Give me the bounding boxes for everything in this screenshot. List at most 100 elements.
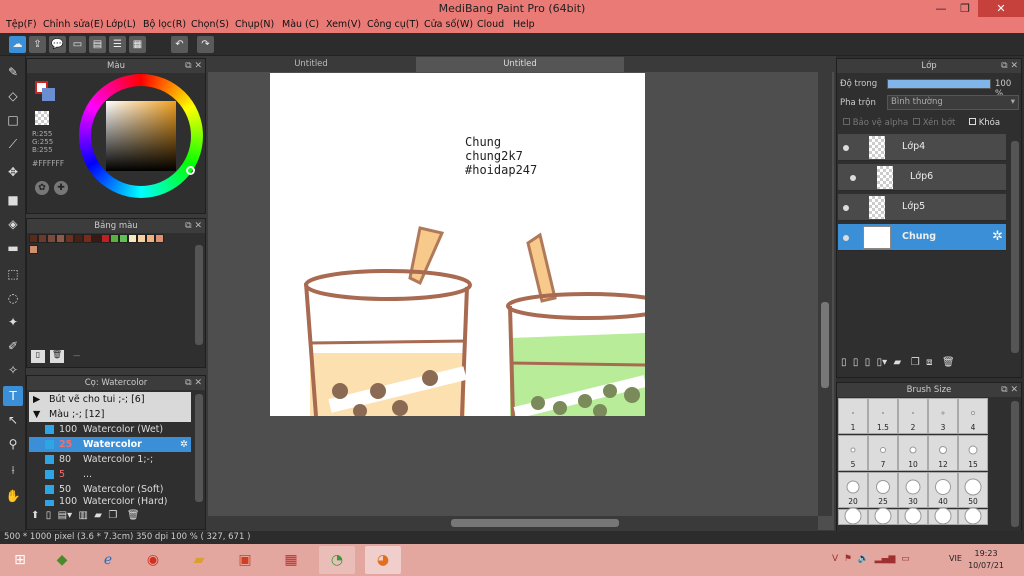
bluestacks-icon[interactable]: ◆ — [44, 546, 80, 574]
palette-swatch[interactable] — [29, 245, 38, 254]
horizontal-scroll-thumb[interactable] — [451, 519, 619, 527]
volume-icon[interactable]: 🔊 — [858, 554, 869, 564]
brush-tool-icon[interactable]: ✎ — [3, 62, 23, 82]
protect-alpha-checkbox[interactable]: Bảo vệ alpha — [843, 118, 908, 128]
menu-tools[interactable]: Công cụ(T) — [367, 19, 419, 30]
drawing-canvas[interactable]: Chung chung2k7 #hoidap247 — [270, 73, 645, 416]
brush-size-cell[interactable]: 1 — [838, 398, 868, 434]
undo-icon[interactable]: ↶ — [171, 36, 188, 53]
brush-size-cell[interactable]: 25 — [868, 472, 898, 508]
new-layer-1bit-icon[interactable]: ▯ — [865, 357, 871, 368]
panel-controls-icon[interactable]: ⧉ ✕ — [1001, 383, 1018, 397]
brush-menu-icon[interactable]: ▤▾ — [58, 510, 72, 521]
brush-size-cell[interactable]: 12 — [928, 435, 958, 471]
chat-icon[interactable]: ▭ — [69, 36, 86, 53]
vertical-scroll-thumb[interactable] — [821, 302, 829, 388]
medibang-icon[interactable]: ◕ — [365, 546, 401, 574]
bucket-tool-icon[interactable]: ◈ — [3, 214, 23, 234]
palette-scrollbar[interactable] — [195, 245, 203, 345]
panel-controls-icon[interactable]: ⧉ ✕ — [185, 376, 202, 390]
gear-icon[interactable]: ✲ — [180, 437, 188, 452]
brush-group[interactable]: ▼ Màu ;-; [12] — [29, 407, 191, 422]
menu-edit[interactable]: Chỉnh sửa(E) — [43, 19, 104, 30]
lasso-icon[interactable]: ◌ — [3, 288, 23, 308]
minimize-button[interactable]: — — [929, 0, 953, 17]
brush-size-cell[interactable]: 30 — [898, 472, 928, 508]
brush-size-cell[interactable]: 7 — [868, 435, 898, 471]
brush-item[interactable]: 25 Watercolor ✲ — [29, 437, 191, 452]
palette-swatch[interactable] — [137, 234, 146, 243]
palette-swatch[interactable] — [92, 234, 101, 243]
windows-start-icon[interactable]: ⊞ — [2, 546, 38, 574]
brush-item[interactable]: 100 Watercolor (Wet) — [29, 422, 191, 437]
panel-controls-icon[interactable]: ⧉ ✕ — [1001, 59, 1018, 73]
eraser-tool-icon[interactable]: ◇ — [3, 86, 23, 106]
menu-layer[interactable]: Lớp(L) — [106, 19, 136, 30]
menu-help[interactable]: Help — [513, 19, 535, 30]
lock-checkbox[interactable]: Khóa — [969, 118, 1000, 128]
operation-tool-icon[interactable]: ↖ — [3, 410, 23, 430]
menu-view[interactable]: Xem(V) — [326, 19, 361, 30]
palette-swatch[interactable] — [128, 234, 137, 243]
maximize-button[interactable]: ❐ — [953, 0, 977, 17]
brush-size-cell[interactable] — [838, 507, 868, 525]
menu-filter[interactable]: Bộ lọc(R) — [143, 19, 186, 30]
layer-row[interactable]: Lớp5 — [838, 194, 1006, 221]
clipping-checkbox[interactable]: Xén bớt — [913, 118, 955, 128]
gear-icon[interactable]: ✲ — [992, 229, 1003, 244]
brush-size-cell[interactable] — [928, 507, 958, 525]
language-indicator[interactable]: VIE — [949, 554, 962, 563]
brush-scrollbar[interactable] — [195, 394, 203, 502]
delete-palette-icon[interactable]: 🗑 — [50, 350, 64, 363]
brush-size-cell[interactable]: 1.5 — [868, 398, 898, 434]
rectangle-tool-icon[interactable]: □ — [3, 110, 23, 130]
transparent-color-swatch[interactable] — [35, 111, 49, 125]
palette-swatch[interactable] — [101, 234, 110, 243]
delete-layer-icon[interactable]: 🗑 — [942, 357, 955, 368]
eyedropper-icon[interactable]: ⟊ — [3, 460, 23, 480]
brush-size-cell[interactable] — [898, 507, 928, 525]
brush-size-scrollbar[interactable] — [1011, 401, 1019, 527]
new-palette-icon[interactable]: ▯ — [31, 350, 45, 363]
pen-tool-icon[interactable]: ⟋ — [3, 134, 23, 154]
palette-swatch[interactable] — [65, 234, 74, 243]
visibility-icon[interactable] — [850, 175, 856, 181]
menu-cloud[interactable]: Cloud — [477, 19, 504, 30]
comment-icon[interactable]: 💬 — [49, 36, 66, 53]
blend-mode-select[interactable]: Bình thường ▾ — [887, 95, 1019, 110]
palette-swatch[interactable] — [110, 234, 119, 243]
palette-swatch[interactable] — [56, 234, 65, 243]
cloud-icon[interactable]: ☁ — [9, 36, 26, 53]
brush-item[interactable]: 80 Watercolor 1;-; — [29, 452, 191, 467]
layer-folder-icon[interactable]: ▰ — [894, 357, 902, 368]
text-tool-icon[interactable]: T — [3, 386, 23, 406]
trash-icon[interactable]: 🗑 — [127, 510, 140, 521]
redo-icon[interactable]: ↷ — [197, 36, 214, 53]
green-app-icon[interactable]: ◔ — [319, 546, 355, 574]
palette-swatch[interactable] — [119, 234, 128, 243]
brush-item[interactable]: 100 Watercolor (Hard) — [29, 497, 191, 506]
chrome-icon[interactable]: ◉ — [135, 546, 171, 574]
menu-window[interactable]: Cửa số(W) — [424, 19, 473, 30]
brush-item[interactable]: 5 ... — [29, 467, 191, 482]
saturation-value-square[interactable] — [106, 101, 176, 171]
opacity-slider[interactable] — [887, 79, 991, 89]
brush-size-cell[interactable]: 15 — [958, 435, 988, 471]
magic-wand-icon[interactable]: ✦ — [3, 312, 23, 332]
network-icon[interactable]: ▂▄▆ — [875, 554, 896, 564]
folder-icon[interactable]: ▰ — [94, 510, 102, 521]
hand-tool-icon[interactable]: ✋ — [3, 486, 23, 506]
brush-size-cell[interactable]: 40 — [928, 472, 958, 508]
fill-rect-tool-icon[interactable]: ■ — [3, 190, 23, 210]
brush-size-cell[interactable]: 5 — [838, 435, 868, 471]
panel-controls-icon[interactable]: ⧉ ✕ — [185, 219, 202, 233]
list-icon[interactable]: ☰ — [109, 36, 126, 53]
brush-size-cell[interactable]: 50 — [958, 472, 988, 508]
tab-untitled-2[interactable]: Untitled — [416, 57, 624, 72]
menu-select[interactable]: Chọn(S) — [191, 19, 229, 30]
brush-size-cell[interactable]: 10 — [898, 435, 928, 471]
tray-app-icon[interactable]: V — [832, 554, 838, 564]
grid-icon[interactable]: ▦ — [129, 36, 146, 53]
layer-row[interactable]: Lớp4 — [838, 134, 1006, 161]
layer-scrollbar[interactable] — [1011, 141, 1019, 353]
